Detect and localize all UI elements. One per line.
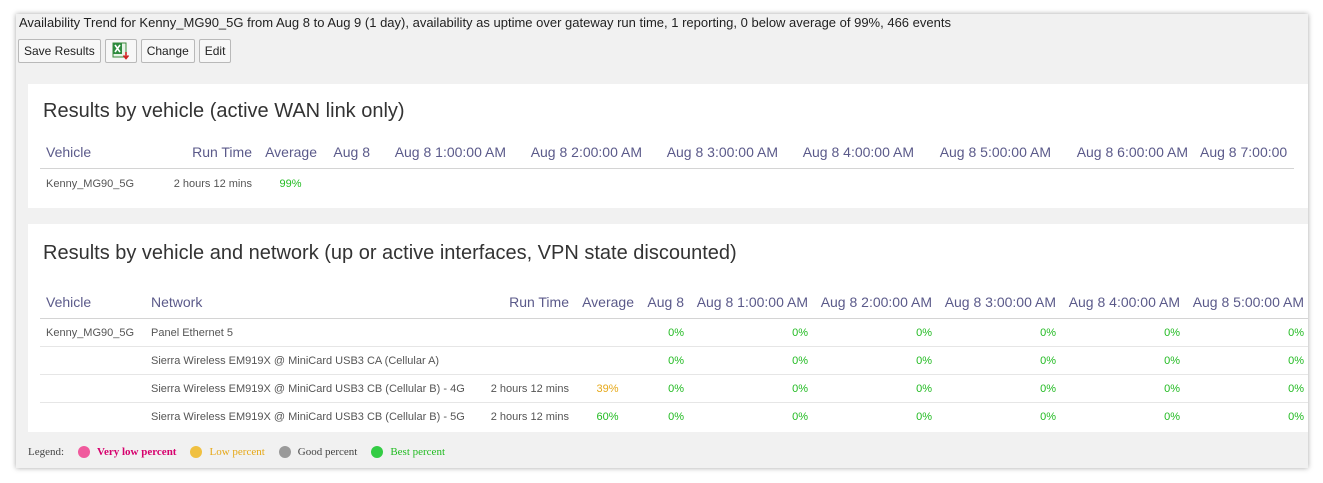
- legend-label-good: Good percent: [297, 446, 358, 458]
- save-results-button[interactable]: Save Results: [18, 39, 101, 63]
- table-header-row: Vehicle Run Time Average Aug 8 Aug 8 1:0…: [40, 136, 1294, 169]
- runtime-cell: 2 hours 12 mins: [490, 410, 569, 423]
- results-by-vehicle-network-table: Vehicle Network Run Time Average Aug 8 A…: [40, 286, 1308, 430]
- column-header[interactable]: Aug 8 3:00:00 AM: [938, 286, 1062, 319]
- hour-value-cell: 0%: [1186, 374, 1308, 403]
- hour-value-cell: 0%: [938, 346, 1062, 375]
- hour-value-cell: 0%: [1062, 318, 1186, 347]
- column-header[interactable]: Aug 8 5:00:00 AM: [920, 136, 1057, 169]
- excel-export-icon: [112, 42, 129, 60]
- runtime-cell: [475, 346, 575, 375]
- legend: Legend: Very low percent Low percent Goo…: [28, 446, 445, 458]
- panel-title: Results by vehicle and network (up or ac…: [43, 242, 737, 264]
- average-cell: 99%: [279, 178, 302, 190]
- table-row: Sierra Wireless EM919X @ MiniCard USB3 C…: [40, 374, 1308, 403]
- column-header[interactable]: Aug 8 7:00:00: [1194, 136, 1294, 169]
- hour-value-cell: 0%: [792, 410, 808, 423]
- hour-value-cell: 0%: [690, 374, 814, 403]
- results-by-vehicle-network-panel: Results by vehicle and network (up or ac…: [28, 224, 1308, 432]
- network-cell: Sierra Wireless EM919X @ MiniCard USB3 C…: [151, 410, 465, 423]
- hour-value-cell: 0%: [1040, 410, 1056, 423]
- hour-value-cell: 0%: [1062, 346, 1186, 375]
- toolbar: Save Results Change Edit: [18, 39, 232, 63]
- runtime-cell: 2 hours 12 mins: [475, 374, 575, 403]
- column-header[interactable]: Aug 8 3:00:00 AM: [648, 136, 784, 169]
- vehicle-cell: Kenny_MG90_5G: [40, 318, 145, 347]
- column-header[interactable]: Aug 8 1:00:00 AM: [376, 136, 512, 169]
- column-header[interactable]: Average: [575, 286, 640, 319]
- legend-swatch: [190, 446, 203, 458]
- column-header[interactable]: Aug 8: [640, 286, 690, 319]
- column-header[interactable]: Network: [145, 286, 475, 319]
- panel-title: Results by vehicle (active WAN link only…: [43, 100, 405, 122]
- vehicle-cell: [40, 403, 145, 431]
- column-header[interactable]: Aug 8 6:00:00 AM: [1057, 136, 1194, 169]
- hour-value-cell: 0%: [640, 346, 690, 375]
- hour-value-cell: 0%: [1288, 410, 1304, 423]
- average-cell: [575, 346, 640, 375]
- hour-value-cell: 0%: [668, 410, 684, 423]
- hour-value-cell: 0%: [938, 318, 1062, 347]
- legend-swatch: [278, 446, 291, 458]
- column-header[interactable]: Aug 8 2:00:00 AM: [814, 286, 938, 319]
- vehicle-cell: [40, 374, 145, 403]
- column-header[interactable]: Aug 8 1:00:00 AM: [690, 286, 814, 319]
- column-header[interactable]: Run Time: [475, 286, 575, 319]
- network-cell: Sierra Wireless EM919X @ MiniCard USB3 C…: [145, 374, 475, 403]
- hour-value-cell: 0%: [640, 374, 690, 403]
- hour-value-cell: 0%: [690, 318, 814, 347]
- average-cell: 39%: [575, 374, 640, 403]
- column-header[interactable]: Aug 8 5:00:00 AM: [1186, 286, 1308, 319]
- runtime-cell: [475, 318, 575, 347]
- hour-value-cell: 0%: [814, 318, 938, 347]
- legend-title: Legend:: [28, 446, 65, 458]
- vehicle-cell: Kenny_MG90_5G: [46, 178, 135, 190]
- column-header[interactable]: Aug 8: [323, 136, 376, 169]
- column-header[interactable]: Aug 8 2:00:00 AM: [512, 136, 648, 169]
- column-header[interactable]: Vehicle: [40, 136, 158, 169]
- network-cell: Panel Ethernet 5: [145, 318, 475, 347]
- legend-swatch: [371, 446, 384, 458]
- results-by-vehicle-table: Vehicle Run Time Average Aug 8 Aug 8 1:0…: [40, 136, 1294, 199]
- hour-value-cell: 0%: [916, 410, 932, 423]
- column-header[interactable]: Aug 8 4:00:00 AM: [1062, 286, 1186, 319]
- table-row: Kenny_MG90_5G Panel Ethernet 5 0% 0% 0% 0% 0% 0…: [40, 318, 1308, 347]
- vehicle-cell: [40, 346, 145, 375]
- legend-label-best: Best percent: [390, 446, 446, 458]
- table-row: Kenny_MG90_5G 2 hours 12 mins 99%: [40, 169, 1294, 200]
- report-frame: Availability Trend for Kenny_MG90_5G fro…: [16, 14, 1308, 468]
- change-button[interactable]: Change: [140, 39, 195, 63]
- network-cell: Sierra Wireless EM919X @ MiniCard USB3 C…: [145, 346, 475, 375]
- column-header[interactable]: Aug 8 4:00:00 AM: [784, 136, 920, 169]
- legend-label-very-low: Very low percent: [97, 446, 177, 458]
- edit-button[interactable]: Edit: [198, 39, 232, 63]
- export-excel-button[interactable]: [104, 39, 137, 63]
- average-cell: 60%: [596, 410, 619, 423]
- legend-label-low: Low percent: [209, 446, 265, 458]
- column-header[interactable]: Vehicle: [40, 286, 145, 319]
- hour-value-cell: 0%: [938, 374, 1062, 403]
- table-header-row: Vehicle Network Run Time Average Aug 8 A…: [40, 286, 1308, 319]
- report-summary: Availability Trend for Kenny_MG90_5G fro…: [19, 15, 951, 30]
- hour-value-cell: 0%: [1186, 318, 1308, 347]
- hour-value-cell: 0%: [814, 346, 938, 375]
- table-row: Sierra Wireless EM919X @ MiniCard USB3 C…: [40, 346, 1308, 375]
- column-header[interactable]: Run Time: [158, 136, 258, 169]
- hour-value-cell: 0%: [640, 318, 690, 347]
- hour-value-cell: 0%: [1186, 346, 1308, 375]
- column-header[interactable]: Average: [258, 136, 323, 169]
- hour-value-cell: 0%: [814, 374, 938, 403]
- hour-value-cell: 0%: [1164, 410, 1180, 423]
- results-by-vehicle-panel: Results by vehicle (active WAN link only…: [28, 84, 1308, 208]
- table-row: Sierra Wireless EM919X @ MiniCard USB3 C…: [40, 403, 1308, 431]
- hour-value-cell: 0%: [1062, 374, 1186, 403]
- average-cell: [575, 318, 640, 347]
- legend-swatch: [78, 446, 91, 458]
- runtime-cell: 2 hours 12 mins: [173, 178, 252, 190]
- hour-value-cell: 0%: [690, 346, 814, 375]
